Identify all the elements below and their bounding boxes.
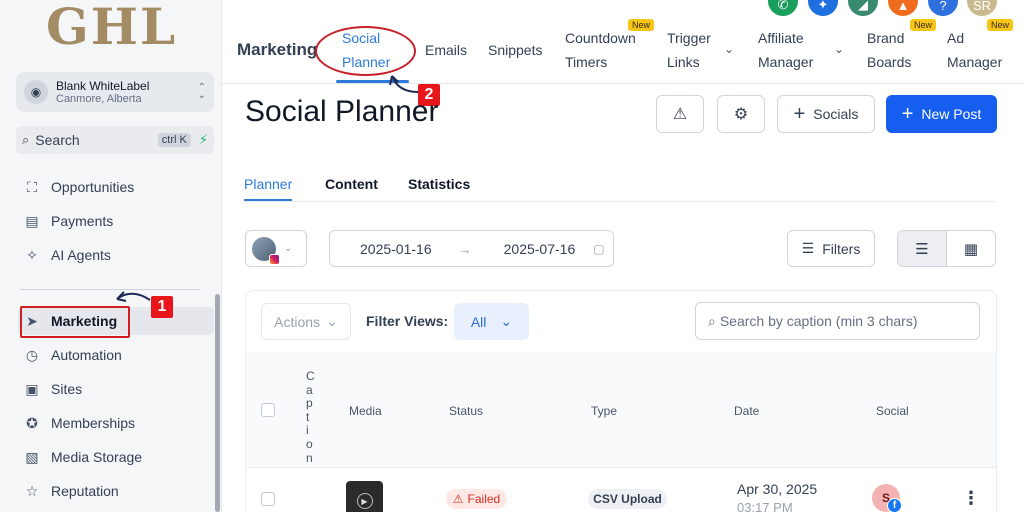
column-header-media: Media: [349, 404, 382, 418]
app-root: GHL ◉ Blank WhiteLabel Canmore, Alberta …: [0, 0, 1024, 512]
type-badge: CSV Upload: [588, 489, 667, 509]
filter-views-value: All: [470, 313, 487, 330]
settings-button[interactable]: ⚙: [717, 95, 765, 133]
more-options-icon[interactable]: ⋮: [962, 488, 980, 509]
caption-letter: p: [306, 396, 313, 411]
arrow-right-icon: →: [457, 240, 472, 257]
search-icon: ⌕: [708, 312, 716, 329]
avatar: [252, 236, 280, 265]
instagram-icon: [269, 253, 280, 265]
column-header-social: Social: [876, 404, 909, 418]
plus-icon: +: [793, 103, 806, 125]
feedback-button[interactable]: ⚠: [656, 95, 704, 133]
subtab-content[interactable]: Content: [325, 176, 378, 192]
chevron-down-icon: ⌄: [500, 313, 513, 329]
post-date: Apr 30, 2025: [737, 481, 818, 497]
caption-search-placeholder: Search by caption (min 3 chars): [719, 313, 918, 329]
subtab-statistics[interactable]: Statistics: [408, 176, 470, 192]
caption-letter: t: [306, 409, 310, 424]
page-title: Social Planner: [245, 95, 439, 128]
status-badge: ⚠ Failed: [446, 489, 507, 509]
caption-letter: i: [306, 423, 309, 438]
row-checkbox[interactable]: [261, 492, 275, 506]
column-header-status: Status: [449, 404, 484, 418]
new-post-button[interactable]: + New Post: [886, 95, 997, 133]
filter-views-label: Filter Views:: [366, 313, 449, 329]
filters-label: Filters: [822, 240, 861, 257]
column-header-caption: C a p t i o n: [306, 369, 315, 465]
chevron-down-icon: ⌄: [326, 313, 338, 329]
new-post-label: New Post: [921, 106, 982, 122]
filter-views-select[interactable]: All ⌄: [454, 303, 529, 340]
filters-button[interactable]: ☰ Filters: [787, 230, 875, 267]
date-range-picker[interactable]: 2025-01-16 → 2025-07-16 ▢: [329, 230, 614, 267]
caption-letter: n: [306, 450, 313, 465]
chevron-down-icon: ⌄: [284, 243, 293, 254]
plus-icon: +: [901, 103, 914, 125]
date-to: 2025-07-16: [503, 240, 576, 257]
column-header-date: Date: [734, 404, 760, 418]
caption-letter: o: [306, 436, 313, 451]
account-filter-select[interactable]: ⌄: [245, 230, 307, 267]
message-alert-icon: ⚠: [672, 106, 688, 123]
media-thumbnail[interactable]: ▶: [346, 481, 383, 512]
caption-search-input[interactable]: ⌕ Search by caption (min 3 chars): [695, 302, 980, 340]
caption-letter: a: [306, 382, 313, 397]
view-toggle: ☰ ▦: [897, 230, 996, 267]
actions-label: Actions: [274, 313, 321, 330]
select-all-checkbox[interactable]: [261, 403, 275, 417]
subtab-active-indicator: [244, 199, 292, 201]
annotation-step-1: 1: [151, 296, 173, 318]
calendar-icon: ▢: [593, 241, 605, 256]
post-time: 03:17 PM: [737, 500, 793, 512]
caption-letter: C: [306, 369, 315, 383]
facebook-icon: f: [887, 498, 902, 512]
status-text: Failed: [467, 492, 501, 506]
subtab-planner[interactable]: Planner: [244, 176, 292, 192]
column-header-type: Type: [591, 404, 618, 418]
gear-icon: ⚙: [733, 106, 749, 123]
filter-icon: ☰: [801, 240, 815, 256]
subtab-divider: [244, 201, 996, 202]
add-socials-button[interactable]: + Socials: [777, 95, 875, 133]
date-from: 2025-01-16: [360, 240, 432, 257]
socials-label: Socials: [813, 106, 859, 122]
actions-dropdown[interactable]: Actions ⌄: [261, 303, 351, 340]
list-view-icon[interactable]: ☰: [898, 231, 947, 266]
calendar-view-icon[interactable]: ▦: [947, 231, 995, 266]
warning-icon: ⚠: [452, 492, 464, 506]
play-icon: ▶: [356, 493, 373, 509]
